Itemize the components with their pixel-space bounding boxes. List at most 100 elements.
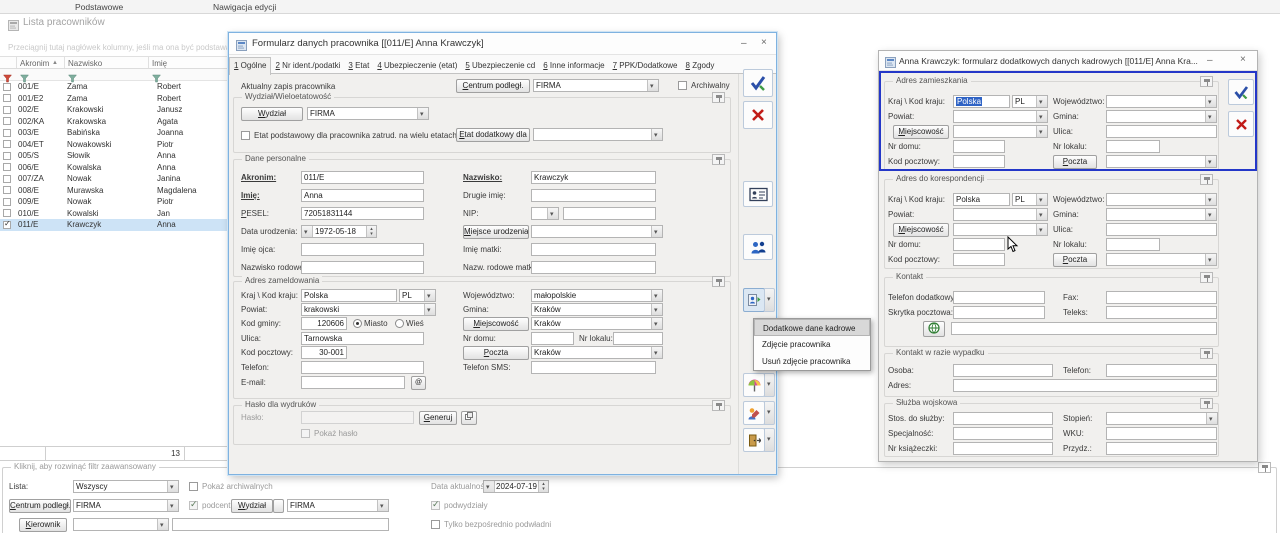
drugie-imie-field[interactable]	[531, 189, 656, 202]
pokaz-archiwalnych-checkbox[interactable]	[189, 482, 198, 491]
menu-item-dodatkowe-dane[interactable]: Dodatkowe dane kadrowe	[754, 319, 870, 336]
podwydzialy-checkbox[interactable]	[431, 501, 440, 510]
dropdown-arrow-icon[interactable]	[157, 519, 168, 530]
collapse-pin-icon[interactable]	[712, 154, 725, 165]
dropdown-arrow-icon[interactable]	[651, 290, 662, 301]
kod-pocztowy-field[interactable]	[953, 253, 1005, 266]
ribbon-tab-nawigacja[interactable]: Nawigacja edycji	[213, 2, 276, 12]
tab-etat[interactable]: 3 Etat	[344, 58, 373, 72]
kod-kraju-select[interactable]: PL	[399, 289, 436, 302]
nr-lokalu-field[interactable]	[1106, 238, 1160, 251]
dropdown-arrow-icon[interactable]	[167, 500, 178, 511]
telefon-dodatkowy-field[interactable]	[953, 291, 1045, 304]
email-field[interactable]	[301, 376, 405, 389]
miejscowosc-button[interactable]: Miejscowość	[893, 125, 949, 139]
fax-field[interactable]	[1106, 291, 1217, 304]
dropdown-arrow-icon[interactable]	[1205, 209, 1216, 220]
tab-ubezpieczenie-cd[interactable]: 5 Ubezpieczenie cd	[461, 58, 539, 72]
dropdown-arrow-icon[interactable]	[1036, 224, 1047, 235]
additional-data-dropdown-arrow[interactable]	[764, 288, 775, 312]
save-button[interactable]	[1228, 79, 1254, 105]
dropdown-arrow-icon[interactable]	[1206, 413, 1217, 424]
save-button[interactable]	[743, 69, 773, 97]
podcentra-checkbox[interactable]	[189, 501, 198, 510]
dropdown-arrow-icon[interactable]	[1036, 209, 1047, 220]
centrum-select[interactable]: FIRMA	[533, 79, 659, 92]
nazwisko-field[interactable]: Krawczyk	[531, 171, 656, 184]
cancel-button[interactable]	[1228, 111, 1254, 137]
miejscowosc-button[interactable]: Miejscowość	[893, 223, 949, 237]
wojewodztwo-select[interactable]: małopolskie	[531, 289, 663, 302]
collapse-pin-icon[interactable]	[1200, 348, 1213, 359]
wojewodztwo-select[interactable]	[1106, 193, 1217, 206]
row-checkbox[interactable]	[3, 186, 11, 194]
dropdown-arrow-icon[interactable]	[764, 373, 775, 397]
row-checkbox[interactable]	[3, 140, 11, 148]
row-checkbox[interactable]	[3, 83, 11, 91]
centrum-podleglosci-button[interactable]: Centrum podległ.	[9, 499, 71, 513]
wydzial-filter-select[interactable]: FIRMA	[287, 499, 389, 512]
dropdown-arrow-icon[interactable]	[764, 401, 775, 425]
telefon-field[interactable]	[301, 361, 424, 374]
skrytka-field[interactable]	[953, 306, 1045, 319]
nr-domu-field[interactable]	[953, 140, 1005, 153]
powiat-select[interactable]	[953, 110, 1048, 123]
nazwisko-rodowe-field[interactable]	[301, 261, 424, 274]
gmina-select[interactable]	[1106, 208, 1217, 221]
cancel-button[interactable]	[743, 101, 773, 129]
row-checkbox[interactable]	[3, 129, 11, 137]
tab-zgody[interactable]: 8 Zgody	[682, 58, 719, 72]
adres-field[interactable]	[953, 379, 1217, 392]
dropdown-arrow-icon[interactable]	[1205, 254, 1216, 265]
minimize-icon[interactable]: –	[1207, 56, 1213, 66]
nr-lokalu-field[interactable]	[1106, 140, 1160, 153]
telefon-field[interactable]	[1106, 364, 1217, 377]
tab-nr-ident-podatki[interactable]: 2 Nr ident./podatki	[271, 58, 344, 72]
gmina-select[interactable]: Kraków	[531, 303, 663, 316]
tylko-bezposrednio-checkbox[interactable]	[431, 520, 440, 529]
dialog-titlebar[interactable]: Anna Krawczyk: formularz dodatkowych dan…	[879, 51, 1257, 71]
dropdown-arrow-icon[interactable]	[484, 481, 495, 492]
copy-password-icon[interactable]	[461, 411, 477, 425]
ribbon-tab-podstawowe[interactable]: Podstawowe	[75, 2, 123, 12]
tab-ogolne[interactable]: 1 Ogólne	[229, 57, 271, 75]
wydzial-button[interactable]: Wydział	[241, 107, 303, 121]
collapse-pin-icon[interactable]	[712, 400, 725, 411]
powiat-select[interactable]: krakowski	[301, 303, 436, 316]
dropdown-arrow-icon[interactable]	[302, 226, 313, 237]
stos-do-sluzby-field[interactable]	[953, 412, 1053, 425]
kierownik-name-field[interactable]	[172, 518, 389, 531]
dropdown-arrow-icon[interactable]	[417, 108, 428, 119]
wydzial-dropdown-arrow[interactable]	[273, 499, 284, 513]
dropdown-arrow-icon[interactable]	[1205, 194, 1216, 205]
osoba-field[interactable]	[953, 364, 1053, 377]
minimize-icon[interactable]: –	[741, 39, 747, 49]
dropdown-arrow-icon[interactable]	[647, 80, 658, 91]
collapse-pin-icon[interactable]	[1200, 76, 1213, 87]
dropdown-arrow-icon[interactable]	[764, 428, 775, 452]
etat-dodatkowy-button[interactable]: Etat dodatkowy dla	[456, 128, 530, 142]
poczta-select[interactable]	[1106, 253, 1217, 266]
lista-select[interactable]: Wszyscy	[73, 480, 179, 493]
archiwalny-checkbox[interactable]	[678, 81, 687, 90]
dropdown-arrow-icon[interactable]	[547, 208, 558, 219]
row-checkbox[interactable]	[3, 221, 11, 229]
miejscowosc-select[interactable]: Kraków	[531, 317, 663, 330]
row-checkbox[interactable]	[3, 106, 11, 114]
collapse-pin-icon[interactable]	[1200, 174, 1213, 185]
poczta-select[interactable]: Kraków	[531, 346, 663, 359]
poczta-button[interactable]: Poczta	[1053, 155, 1097, 169]
row-checkbox[interactable]	[3, 175, 11, 183]
przydz-field[interactable]	[1106, 442, 1217, 455]
etat-podstawowy-checkbox[interactable]	[241, 131, 250, 140]
dropdown-arrow-icon[interactable]	[1036, 111, 1047, 122]
date-spinner[interactable]	[366, 226, 376, 237]
dropdown-arrow-icon[interactable]	[651, 129, 662, 140]
tab-inne-informacje[interactable]: 6 Inne informacje	[539, 58, 608, 72]
kod-pocztowy-field[interactable]	[953, 155, 1005, 168]
row-checkbox[interactable]	[3, 209, 11, 217]
collapse-pin-icon[interactable]	[1258, 462, 1271, 473]
dropdown-arrow-icon[interactable]	[1036, 96, 1047, 107]
poczta-select[interactable]	[1106, 155, 1217, 168]
data-aktualnosci-field[interactable]: 2024-07-19	[483, 480, 549, 493]
